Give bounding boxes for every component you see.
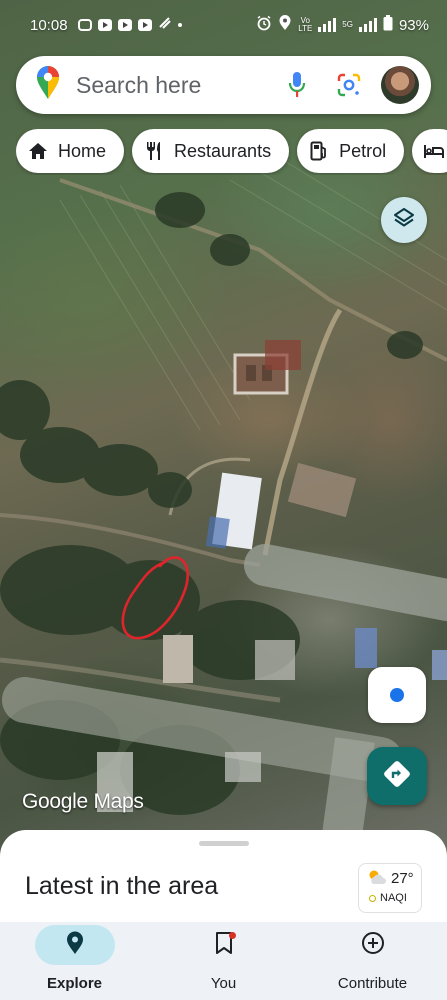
chip-petrol-label: Petrol (339, 140, 387, 161)
status-time: 10:08 (30, 16, 68, 34)
avatar[interactable] (381, 66, 419, 104)
explore-bottom-sheet[interactable]: Latest in the area 27° NAQI (0, 830, 447, 922)
restaurant-icon (144, 141, 164, 161)
layers-icon (392, 206, 416, 235)
chip-home-label: Home (58, 140, 107, 161)
chip-restaurants[interactable]: Restaurants (132, 129, 290, 173)
directions-button[interactable] (367, 747, 427, 805)
hotel-bed-icon (424, 141, 445, 161)
weather-temperature: 27° (391, 870, 414, 887)
my-location-icon (390, 688, 404, 702)
status-right: Vo LTE 5G 93% (256, 15, 429, 35)
google-maps-pin-icon (36, 65, 60, 105)
sheet-title: Latest in the area (25, 872, 219, 900)
tab-explore-label: Explore (46, 975, 103, 992)
alarm-icon (256, 15, 272, 35)
bottom-navigation: Explore You Contribute (0, 922, 447, 1000)
signal-strength-icon-2 (358, 18, 377, 32)
weather-top: 27° (359, 864, 421, 888)
location-status-icon (278, 15, 292, 35)
my-location-button[interactable] (368, 667, 426, 723)
youtube-icon-2 (117, 19, 132, 31)
chip-petrol[interactable]: Petrol (297, 129, 405, 173)
mic-icon[interactable] (277, 65, 317, 105)
tab-you-label: You (210, 975, 237, 992)
contribute-icon-wrap (333, 925, 413, 965)
map-layers-button[interactable] (381, 197, 427, 243)
chip-restaurants-label: Restaurants (174, 140, 272, 161)
category-chips: Home Restaurants Petrol (16, 129, 447, 175)
tab-you[interactable]: You (149, 922, 298, 1000)
partly-cloudy-icon (367, 869, 387, 888)
youtube-icon (97, 19, 112, 31)
battery-icon (383, 15, 393, 35)
youtube-icon-3 (137, 19, 152, 31)
google-lens-icon[interactable] (329, 65, 369, 105)
google-maps-watermark: Google Maps (22, 790, 144, 813)
status-bar: 10:08 Vo LTE 5G 93% (0, 0, 447, 50)
add-circle-icon (361, 931, 385, 959)
tab-explore[interactable]: Explore (0, 922, 149, 1000)
weather-bottom: NAQI (359, 888, 421, 904)
weather-widget[interactable]: 27° NAQI (358, 863, 422, 913)
search-input[interactable]: Search here (76, 72, 277, 99)
sheet-drag-handle[interactable] (199, 841, 249, 846)
wear-os-icon (158, 16, 172, 34)
directions-icon (382, 759, 412, 794)
you-icon-wrap (184, 925, 264, 965)
fuel-pump-icon (309, 141, 329, 161)
signal-strength-icon (318, 18, 337, 32)
volte-indicator: Vo LTE (298, 17, 312, 33)
aqi-indicator-icon (369, 894, 376, 902)
more-notifications-dot (177, 23, 182, 27)
home-icon (28, 141, 48, 161)
notification-dot (228, 932, 236, 939)
search-bar[interactable]: Search here (16, 56, 431, 114)
network-type: 5G (342, 20, 353, 29)
explore-pill (34, 925, 115, 965)
tab-contribute[interactable]: Contribute (298, 922, 447, 1000)
chip-hotels[interactable] (412, 129, 447, 173)
status-left: 10:08 (30, 16, 182, 34)
volte-bottom-text: LTE (298, 24, 313, 33)
instagram-icon (77, 19, 92, 31)
chip-home[interactable]: Home (16, 129, 125, 173)
explore-pin-icon (66, 931, 84, 959)
battery-percent: 93% (398, 16, 429, 34)
tab-contribute-label: Contribute (337, 975, 408, 992)
aqi-label: NAQI (380, 892, 407, 904)
